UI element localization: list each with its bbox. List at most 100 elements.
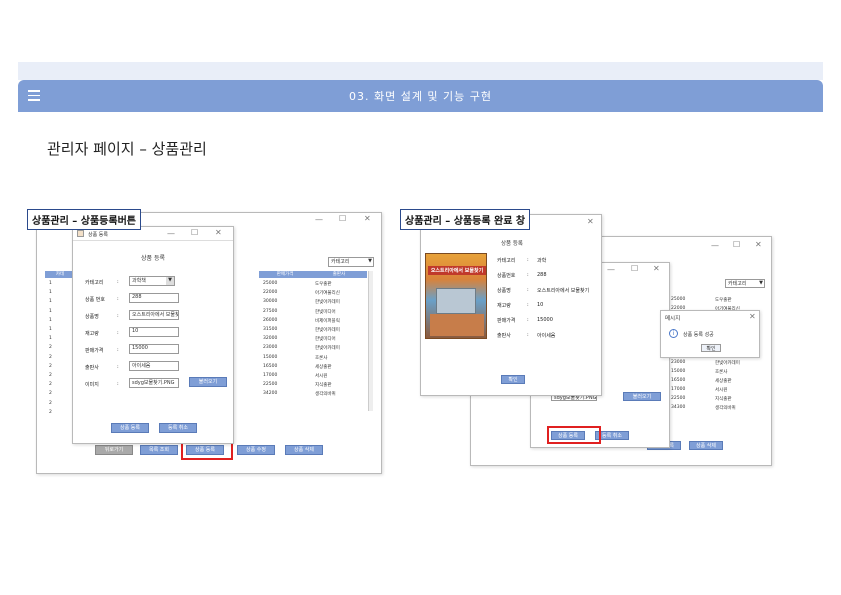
caption-right: 상품관리 – 상품등록 완료 창 <box>400 209 531 230</box>
table-cell-price: 25000 <box>263 281 278 286</box>
table-cell-price: 17000 <box>263 373 278 378</box>
table-cell-publisher: 서시원 <box>315 374 328 379</box>
result-value: 15000 <box>537 317 553 323</box>
delete-product-button[interactable]: 상품 삭제 <box>285 445 323 455</box>
message-ok-button[interactable]: 확인 <box>701 344 721 352</box>
table-cell-price: 32000 <box>263 336 278 342</box>
table-header-price: 판매가격 <box>259 271 311 278</box>
result-value: 과학 <box>537 258 547 264</box>
slide: 03. 화면 설계 및 기능 구현 관리자 페이지 – 상품관리 — ☐ ✕ 카… <box>0 0 841 595</box>
close-icon[interactable]: ✕ <box>364 214 371 223</box>
table-cell-price: 15000 <box>671 369 686 374</box>
message-close-icon[interactable]: ✕ <box>749 312 756 321</box>
highlight-register-button <box>547 426 601 444</box>
back-button[interactable]: 뒤로가기 <box>95 445 133 455</box>
product-no-field[interactable]: 288 <box>129 293 179 303</box>
label-price: 판매가격 <box>85 348 104 354</box>
result-label: 재고량 <box>497 303 511 309</box>
result-close-icon[interactable]: ✕ <box>587 217 594 226</box>
colon: : <box>527 287 529 293</box>
edit-product-button[interactable]: 상품 수정 <box>237 445 275 455</box>
table-cell-category: 1 <box>49 299 52 305</box>
message-title: 메시지 <box>665 316 681 322</box>
table-cell-category: 2 <box>49 345 52 351</box>
dialog-minimize-icon[interactable]: — <box>167 229 175 238</box>
colon: : <box>117 364 119 370</box>
maximize-icon[interactable]: ☐ <box>733 240 740 249</box>
table-cell-publisher: 도우출판 <box>315 282 332 287</box>
close-icon[interactable]: ✕ <box>755 240 762 249</box>
label-name: 상품명 <box>85 314 99 320</box>
table-cell-publisher: 생각의바퀴 <box>315 392 336 398</box>
chevron-down-icon: ▼ <box>759 280 763 286</box>
bg-delete-button[interactable]: 상품 삭제 <box>689 441 723 450</box>
table-cell-price: 23000 <box>263 345 278 351</box>
table-cell-publisher: 한빛아카데미 <box>315 328 340 333</box>
minimize-icon[interactable]: — <box>315 215 323 224</box>
table-cell-category: 2 <box>49 373 52 378</box>
colon: : <box>117 330 119 336</box>
table-header-publisher: 출판사 <box>311 271 367 278</box>
dialog-close-icon[interactable]: ✕ <box>215 228 222 237</box>
table-cell-price: 34200 <box>263 391 278 397</box>
book-cover-image: 오스트리아에서 보물찾기 <box>425 253 487 339</box>
result-label: 판매가격 <box>497 318 516 324</box>
category-select[interactable]: 카테고리 ▼ <box>328 257 374 267</box>
table-cell-category: 2 <box>49 400 52 406</box>
stock-field[interactable]: 10 <box>129 327 179 337</box>
table-cell-price: 16500 <box>263 363 278 369</box>
label-product-no: 상품 번호 <box>85 297 105 303</box>
dialog-close-icon[interactable]: ✕ <box>653 264 660 273</box>
minimize-icon[interactable]: — <box>711 241 719 250</box>
colon: : <box>117 279 119 285</box>
table-cell-publisher: 비제이퍼블릭 <box>315 318 340 324</box>
category-field[interactable]: 과학책 ▼ <box>129 276 175 286</box>
load-image-button[interactable]: 불러오기 <box>623 392 661 401</box>
table-cell-publisher: 한빛아카데미 <box>315 346 340 352</box>
result-value: 288 <box>537 272 547 278</box>
table-scrollbar[interactable] <box>368 271 373 411</box>
table-cell-price: 25000 <box>671 297 686 302</box>
colon: : <box>117 381 119 387</box>
table-cell-publisher: 한빛미디어 <box>315 337 336 343</box>
colon: : <box>527 257 529 263</box>
message-text: 상품 등록 성공 <box>683 332 714 338</box>
caption-left: 상품관리 – 상품등록버튼 <box>27 209 141 230</box>
load-image-button[interactable]: 불러오기 <box>189 377 227 387</box>
result-ok-button[interactable]: 확인 <box>501 375 525 384</box>
table-cell-price: 22500 <box>263 382 278 388</box>
publisher-field[interactable]: 아이세움 <box>129 361 179 371</box>
table-cell-category: 1 <box>49 327 52 332</box>
dialog-cancel-button[interactable]: 등록 취소 <box>159 423 197 433</box>
colon: : <box>117 313 119 319</box>
table-header-category: 카테 <box>45 271 75 278</box>
table-cell-category: 1 <box>49 281 52 286</box>
price-field[interactable]: 15000 <box>129 344 179 354</box>
table-cell-category: 1 <box>49 317 52 323</box>
dialog-minimize-icon[interactable]: — <box>607 265 615 274</box>
maximize-icon[interactable]: ☐ <box>339 214 346 223</box>
category-value: 과학책 <box>132 278 146 284</box>
message-dialog: 메시지 ✕ i 상품 등록 성공 확인 <box>660 310 760 358</box>
category-select[interactable]: 카테고리 ▼ <box>725 279 765 288</box>
table-cell-price: 17000 <box>671 387 686 392</box>
image-field[interactable]: sdyg보물찾기.PNG <box>129 378 179 388</box>
page-title: 관리자 페이지 – 상품관리 <box>47 140 207 158</box>
table-cell-price: 26000 <box>263 317 278 323</box>
table-cell-price: 31500 <box>263 327 278 332</box>
dialog-maximize-icon[interactable]: ☐ <box>631 264 638 273</box>
product-name-field[interactable]: 오스트리아에서 보물찾기 <box>129 310 179 320</box>
list-button[interactable]: 목록 조회 <box>140 445 178 455</box>
table-cell-publisher: 한빛아카데미 <box>715 361 740 366</box>
product-register-dialog: 상품 등록 — ☐ ✕ 상품 등록 카테고리 : 과학책 ▼ 상품 번호 : 2… <box>72 226 234 444</box>
table-cell-publisher: 도우출판 <box>715 298 732 303</box>
java-icon <box>77 230 84 237</box>
table-cell-price: 16500 <box>671 378 686 383</box>
table-cell-category: 1 <box>49 290 52 296</box>
table-cell-category: 1 <box>49 336 52 342</box>
table-cell-publisher: 아기여불리신 <box>315 291 340 297</box>
dialog-maximize-icon[interactable]: ☐ <box>191 228 198 237</box>
dialog-register-button[interactable]: 상품 등록 <box>111 423 149 433</box>
castle-illustration <box>436 288 476 314</box>
table-cell-publisher: 한빛미디어 <box>315 309 336 315</box>
